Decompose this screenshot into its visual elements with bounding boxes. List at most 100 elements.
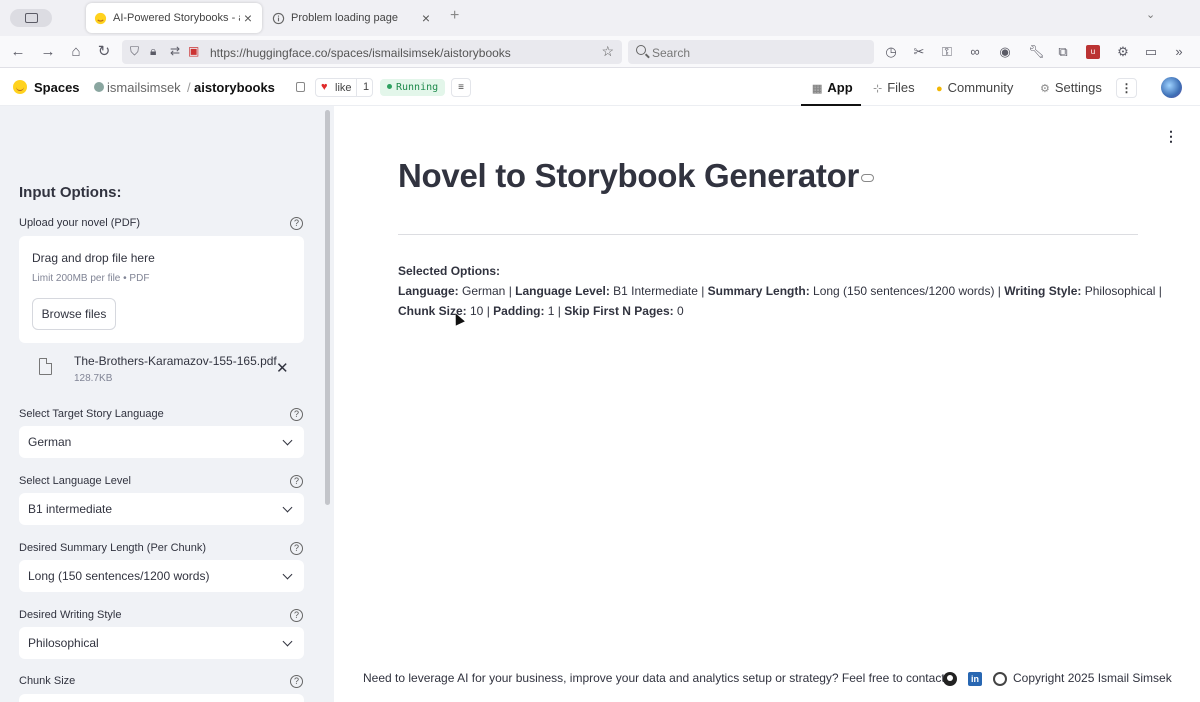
permissions-icon[interactable]: ⇄ (170, 44, 180, 58)
search-placeholder: Search (652, 46, 691, 60)
language-select[interactable]: German (19, 426, 304, 458)
tab-files[interactable]: ⊹ Files (873, 80, 915, 95)
owner-link[interactable]: ismailsimsek (107, 80, 181, 95)
active-tab-indicator (801, 104, 861, 106)
chunk-size-input[interactable] (19, 694, 304, 702)
lock-icon[interactable]: 🔒︎ (150, 44, 156, 59)
chevron-down-icon (282, 435, 293, 446)
heart-icon: ♥ (321, 81, 328, 93)
spaces-header: Spaces ismailsimsek / aistorybooks ♥ lik… (0, 68, 1200, 106)
app-icon: ▦ (812, 83, 823, 95)
website-icon[interactable] (993, 672, 1007, 686)
screenshot-icon[interactable]: ✂ (912, 45, 926, 59)
dropzone-limit: Limit 200MB per file • PDF (32, 273, 150, 284)
screen-share-icon[interactable]: ▣ (188, 44, 199, 58)
huggingface-logo-icon[interactable] (13, 80, 27, 94)
copy-icon[interactable] (296, 82, 305, 92)
browse-files-button[interactable]: Browse files (32, 298, 116, 330)
uploaded-file-name: The-Brothers-Karamazov-155-165.pdf (74, 354, 277, 368)
page-title: Novel to Storybook Generator (398, 157, 860, 194)
forward-icon[interactable]: → (38, 42, 58, 62)
style-select-label: Desired Writing Style (19, 609, 122, 621)
url-text[interactable]: https://huggingface.co/spaces/ismailsims… (210, 46, 511, 60)
shield-icon[interactable]: ⛉ (130, 44, 139, 59)
reader-mask-icon[interactable]: ∞ (968, 45, 982, 59)
tab-close-icon[interactable]: × (418, 10, 434, 26)
extensions-icon[interactable]: ⧉ (1056, 45, 1070, 59)
language-select-label: Select Target Story Language (19, 408, 164, 420)
tab-app[interactable]: ▦ App (812, 80, 853, 95)
remove-file-icon[interactable]: ✕ (276, 359, 289, 377)
selected-options-line-1: Language: German | Language Level: B1 In… (398, 284, 1162, 298)
copyright-text: Copyright 2025 Ismail Simsek (1013, 671, 1172, 685)
spaces-link[interactable]: Spaces (34, 80, 80, 95)
more-options-button[interactable]: ⋮ (1116, 78, 1137, 98)
tab-close-icon[interactable]: × (240, 10, 256, 26)
new-tab-button[interactable]: + (450, 7, 459, 25)
account-icon[interactable]: ◉ (998, 45, 1012, 59)
browser-tab[interactable]: Problem loading page × (264, 3, 440, 33)
upload-label: Upload your novel (PDF) (19, 217, 141, 229)
overflow-menu-icon[interactable]: » (1172, 45, 1186, 59)
home-icon[interactable]: ⌂ (66, 42, 86, 62)
help-icon[interactable]: ? (290, 475, 303, 488)
level-select[interactable]: B1 intermediate (19, 493, 304, 525)
tab-title: Problem loading page (291, 12, 399, 24)
reload-icon[interactable]: ↻ (94, 42, 114, 62)
browser-nav-bar: ← → ⌂ ↻ ⛉ 🔒︎ ⇄ ▣ https://huggingface.co/… (0, 36, 1200, 68)
info-icon (272, 12, 285, 24)
style-select[interactable]: Philosophical (19, 627, 304, 659)
repo-link[interactable]: aistorybooks (194, 80, 275, 95)
owner-avatar (94, 82, 104, 92)
search-bar[interactable]: Search (628, 40, 874, 64)
search-icon (636, 45, 646, 55)
like-button[interactable]: ♥ like 1 (315, 78, 373, 97)
bookmark-star-icon[interactable]: ☆ (601, 43, 614, 60)
app-menu-icon[interactable]: ⋮ (1164, 128, 1178, 145)
help-icon[interactable]: ? (290, 217, 303, 230)
help-icon[interactable]: ? (290, 675, 303, 688)
uploaded-file-size: 128.7KB (74, 373, 113, 384)
wrench-icon[interactable]: 🔧︎ (1028, 45, 1045, 59)
selected-options-line-2: Chunk Size: 10 | Padding: 1 | Skip First… (398, 304, 684, 318)
like-count: 1 (356, 79, 369, 96)
huggingface-favicon-icon (94, 12, 107, 24)
github-icon[interactable] (943, 672, 957, 686)
file-icon (39, 358, 52, 375)
like-label: like (335, 82, 352, 94)
files-icon: ⊹ (873, 83, 883, 95)
status-dot-icon (387, 84, 392, 89)
tab-community[interactable]: ● Community (936, 80, 1013, 95)
help-icon[interactable]: ? (290, 609, 303, 622)
browser-tab-bar: AI-Powered Storybooks - a Hugg × Problem… (0, 0, 1200, 36)
link-anchor-icon[interactable] (861, 174, 874, 182)
linkedin-icon[interactable]: in (968, 672, 982, 686)
history-icon[interactable]: ◷ (884, 45, 898, 59)
ublock-icon[interactable]: u (1086, 45, 1100, 59)
user-avatar[interactable] (1161, 77, 1182, 98)
url-bar[interactable]: ⛉ 🔒︎ ⇄ ▣ https://huggingface.co/spaces/i… (122, 40, 622, 64)
password-key-icon[interactable]: ⚿ (940, 45, 954, 59)
selected-options-heading: Selected Options: (398, 264, 501, 278)
list-all-tabs-icon[interactable]: ⌄ (1146, 8, 1155, 21)
divider (398, 234, 1138, 235)
path-separator: / (187, 80, 191, 95)
chunk-size-label: Chunk Size (19, 675, 76, 687)
tab-settings[interactable]: ⚙ Settings (1040, 80, 1102, 95)
back-icon[interactable]: ← (8, 42, 28, 62)
file-dropzone[interactable]: Drag and drop file here Limit 200MB per … (19, 236, 304, 343)
settings-icon: ⚙ (1040, 83, 1050, 95)
settings-gear-icon[interactable]: ⚙ (1116, 45, 1130, 59)
tab-overview-icon[interactable] (10, 9, 52, 27)
help-icon[interactable]: ? (290, 408, 303, 421)
browser-tab-active[interactable]: AI-Powered Storybooks - a Hugg × (86, 3, 262, 33)
length-select-label: Desired Summary Length (Per Chunk) (19, 542, 207, 554)
length-select[interactable]: Long (150 sentences/1200 words) (19, 560, 304, 592)
status-badge: Running (380, 79, 446, 96)
community-icon: ● (936, 83, 943, 95)
space-menu-button[interactable]: ≡ (451, 78, 471, 97)
help-icon[interactable]: ? (290, 542, 303, 555)
sidebar: Input Options: Upload your novel (PDF) ?… (0, 106, 334, 702)
sidebar-scrollbar[interactable] (325, 110, 330, 505)
sidebar-icon[interactable]: ▭ (1144, 45, 1158, 59)
